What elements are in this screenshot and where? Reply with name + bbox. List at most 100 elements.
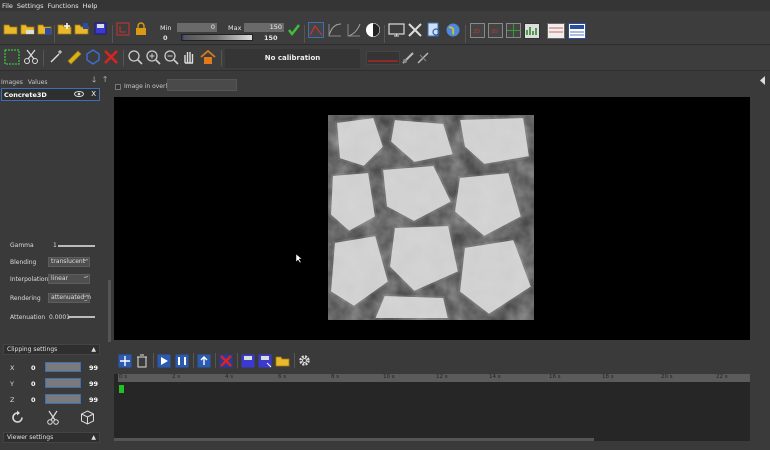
mouse-cursor-icon — [296, 254, 302, 263]
keyframe-marker[interactable] — [119, 385, 124, 393]
open-folder-icon[interactable] — [3, 22, 18, 35]
tick-label: 14 s — [489, 374, 501, 380]
view-3d-icon[interactable]: 3D — [488, 23, 503, 38]
panel-scrollbar[interactable] — [108, 280, 111, 342]
eye-icon[interactable] — [74, 91, 84, 99]
max-value-field[interactable]: 150 — [244, 23, 284, 32]
image-list-item[interactable]: Concrete3D X — [1, 88, 100, 101]
crop-icon[interactable] — [116, 22, 130, 36]
volume-render — [328, 115, 534, 320]
lock-icon[interactable] — [134, 22, 148, 36]
gamma-slider[interactable] — [58, 245, 95, 247]
checkbox-box[interactable] — [115, 83, 121, 90]
document-search-icon[interactable] — [426, 22, 442, 38]
zoom-fit-icon[interactable] — [127, 49, 143, 65]
chart-view-icon[interactable] — [524, 23, 540, 39]
save-animation-icon[interactable] — [241, 354, 255, 368]
clip-x-label: X — [10, 364, 15, 372]
svg-text:3D: 3D — [491, 29, 498, 35]
clip-x-min: 0 — [31, 364, 36, 372]
time-ruler[interactable]: 0 s 2 s 4 s 6 s 8 s 10 s 12 s 14 s 16 s … — [118, 374, 750, 382]
overlay-select[interactable] — [167, 79, 237, 91]
menu-help[interactable]: Help — [83, 2, 98, 10]
menu-settings[interactable]: Settings — [17, 2, 44, 10]
window-level-slider[interactable] — [181, 34, 253, 41]
export-icon[interactable] — [197, 354, 211, 368]
add-folder-icon[interactable] — [57, 22, 72, 35]
select-region-icon[interactable] — [4, 49, 20, 65]
collapse-icon[interactable]: ▲ — [91, 345, 96, 354]
home-icon[interactable] — [200, 49, 216, 65]
curve-icon[interactable] — [327, 22, 343, 38]
settings-gear-icon[interactable] — [297, 353, 312, 368]
monitor-icon[interactable] — [388, 22, 405, 38]
animation-timeline[interactable]: 0 s 2 s 4 s 6 s 8 s 10 s 12 s 14 s 16 s … — [114, 374, 750, 441]
cut-icon[interactable] — [23, 49, 39, 65]
play-icon[interactable] — [157, 354, 171, 368]
tab-images[interactable]: Images — [1, 79, 23, 86]
apply-check-icon[interactable] — [287, 23, 301, 37]
rendering-select[interactable]: attenuated_n — [48, 293, 91, 303]
max-label: Max — [228, 24, 242, 32]
pause-icon[interactable] — [175, 354, 189, 368]
clip-z-label: Z — [10, 396, 15, 404]
calibration-bar-icon[interactable] — [366, 51, 400, 65]
grid-view-icon[interactable] — [506, 23, 521, 38]
view-2d-icon[interactable]: 2D — [470, 23, 485, 38]
tick-label: 22 s — [716, 374, 728, 380]
tab-values[interactable]: Values — [28, 79, 48, 86]
histogram-icon[interactable] — [308, 22, 324, 38]
globe-icon[interactable] — [445, 22, 461, 38]
load-folder-icon[interactable] — [275, 354, 290, 367]
calibrate-line-icon[interactable] — [416, 51, 430, 65]
min-value-field[interactable]: 0 — [177, 23, 217, 32]
magic-wand-icon[interactable] — [48, 49, 64, 65]
collapse-right-icon[interactable] — [759, 76, 766, 85]
cube-icon[interactable] — [80, 410, 95, 425]
add-files-icon[interactable] — [74, 22, 89, 35]
curve-alt-icon[interactable] — [346, 22, 362, 38]
menu-functions[interactable]: Functions — [48, 2, 79, 10]
report-icon[interactable] — [568, 23, 586, 39]
detection-icon[interactable] — [547, 23, 565, 39]
ruler-icon[interactable] — [66, 49, 82, 65]
reset-icon[interactable] — [10, 410, 25, 425]
menu-bar: File Settings Functions Help — [0, 0, 770, 11]
clip-x-slider[interactable] — [45, 362, 81, 372]
contrast-icon[interactable] — [365, 22, 381, 38]
close-image-button[interactable]: X — [91, 90, 96, 98]
tick-label: 4 s — [225, 374, 234, 380]
image-viewer[interactable] — [114, 97, 750, 340]
scissors-icon[interactable] — [46, 410, 60, 425]
menu-file[interactable]: File — [2, 2, 13, 10]
collapse-icon[interactable]: ▲ — [91, 433, 96, 442]
move-up-icon[interactable]: 🡑 — [103, 74, 107, 88]
polygon-icon[interactable] — [85, 49, 101, 65]
open-stack-icon[interactable] — [37, 22, 52, 35]
zoom-out-icon[interactable] — [163, 49, 179, 65]
tick-label: 10 s — [383, 374, 395, 380]
add-keyframe-icon[interactable] — [118, 354, 132, 368]
overlay-checkbox[interactable]: Image in overlay — [115, 83, 174, 90]
clear-icon[interactable] — [219, 354, 233, 368]
zoom-in-icon[interactable] — [145, 49, 161, 65]
clip-y-slider[interactable] — [45, 378, 81, 388]
clip-z-slider[interactable] — [45, 394, 81, 404]
save-as-icon[interactable] — [258, 354, 272, 368]
save-icon[interactable] — [94, 22, 107, 35]
clipping-settings-header[interactable]: Clipping settings ▲ — [3, 344, 100, 355]
blending-select[interactable]: translucent — [48, 257, 90, 267]
clip-y-max: 99 — [89, 380, 99, 388]
trash-icon[interactable] — [136, 354, 148, 368]
calibrate-tool-icon[interactable] — [401, 51, 415, 65]
timeline-scrollbar[interactable] — [114, 438, 594, 441]
delete-icon[interactable] — [103, 49, 119, 65]
open-raw-icon[interactable] — [20, 22, 35, 35]
gamma-label: Gamma — [10, 242, 34, 249]
interpolation-select[interactable]: linear — [48, 274, 90, 284]
attenuation-slider[interactable] — [68, 316, 95, 318]
pan-hand-icon[interactable] — [181, 49, 197, 65]
viewer-settings-header[interactable]: Viewer settings ▲ — [3, 432, 100, 443]
move-down-icon[interactable]: 🡓 — [92, 74, 96, 88]
tools-icon[interactable] — [407, 22, 423, 38]
